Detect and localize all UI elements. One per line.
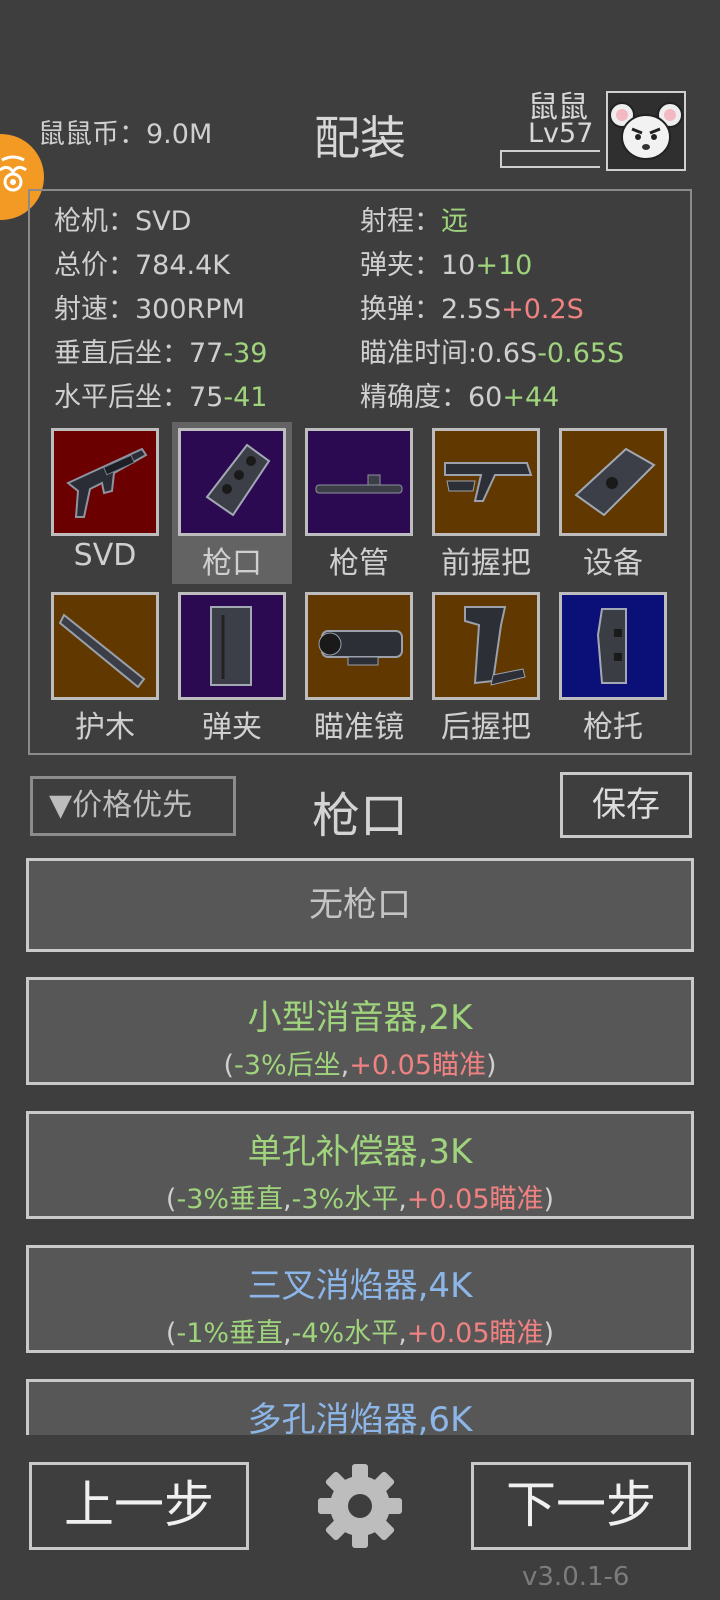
slot-label-scope: 瞄准镜 (314, 710, 404, 745)
barrel-icon (315, 474, 403, 494)
stat-vertical-recoil: 垂直后坐：77-39 (54, 338, 268, 369)
scope-icon (318, 630, 403, 666)
option-no-muzzle[interactable]: 无枪口 (26, 858, 694, 952)
attachment-list[interactable]: 无枪口 小型消音器,2K (-3%后坐,+0.05瞄准) 单孔补偿器,3K (-… (0, 855, 720, 1435)
stat-price: 总价：784.4K (54, 250, 231, 281)
slot-stock[interactable] (559, 592, 667, 700)
option-name: 三叉消焰器,4K (247, 1266, 473, 1306)
level-progress-bar (500, 150, 600, 168)
prev-step-button[interactable]: 上一步 (29, 1462, 249, 1550)
version-label: v3.0.1-6 (522, 1562, 630, 1592)
mouse-avatar-icon (609, 102, 683, 160)
slot-handguard[interactable] (51, 592, 159, 700)
muzzle-icon (205, 443, 271, 517)
settings-button[interactable] (316, 1462, 404, 1550)
rifle-icon (66, 447, 148, 518)
stat-horizontal-recoil: 水平后坐：75-41 (54, 382, 268, 413)
slot-scope[interactable] (305, 592, 413, 700)
profile-level: Lv57 (528, 118, 594, 149)
stat-reload: 换弹：2.5S+0.2S (360, 294, 584, 325)
device-icon (574, 447, 656, 517)
option-name: 无枪口 (309, 885, 411, 925)
option-desc: (-3%垂直,-3%水平,+0.05瞄准) (165, 1184, 555, 1215)
option-desc: (-3%后坐,+0.05瞄准) (223, 1050, 497, 1081)
slot-barrel[interactable] (305, 428, 413, 536)
slot-svd[interactable] (51, 428, 159, 536)
option-name: 小型消音器,2K (247, 998, 473, 1038)
stat-accuracy: 精确度：60+44 (360, 382, 560, 413)
slot-label-magazine: 弹夹 (202, 710, 262, 745)
avatar[interactable] (606, 91, 686, 171)
stock-icon (596, 608, 627, 684)
option-desc: (-1%垂直,-4%水平,+0.05瞄准) (165, 1318, 555, 1349)
slot-label-foregrip: 前握把 (441, 546, 531, 581)
option-name: 多孔消焰器,6K (247, 1400, 473, 1435)
slot-label-pistol-grip: 后握把 (441, 710, 531, 745)
save-button[interactable]: 保存 (560, 772, 692, 838)
option-small-suppressor[interactable]: 小型消音器,2K (-3%后坐,+0.05瞄准) (26, 977, 694, 1085)
stat-aim-time: 瞄准时间:0.6S-0.65S (360, 338, 625, 369)
handguard-icon (58, 613, 146, 689)
pistol-grip-icon (464, 606, 526, 686)
slot-label-stock: 枪托 (583, 710, 643, 745)
slot-label-device: 设备 (583, 546, 643, 581)
option-single-port-compensator[interactable]: 单孔补偿器,3K (-3%垂直,-3%水平,+0.05瞄准) (26, 1111, 694, 1219)
option-trident-flash-hider[interactable]: 三叉消焰器,4K (-1%垂直,-4%水平,+0.05瞄准) (26, 1245, 694, 1353)
magazine-icon (210, 606, 252, 686)
slot-label-svd: SVD (73, 538, 137, 573)
slot-pistol-grip[interactable] (432, 592, 540, 700)
slot-magazine[interactable] (178, 592, 286, 700)
slot-label-muzzle: 枪口 (202, 546, 262, 581)
slot-label-barrel: 枪管 (329, 546, 389, 581)
slot-label-handguard: 护木 (75, 710, 135, 745)
stat-magazine: 弹夹：10+10 (360, 250, 533, 281)
stat-fire-rate: 射速：300RPM (54, 294, 245, 325)
stat-range: 射程：远 (360, 206, 468, 237)
stat-gun: 枪机：SVD (54, 206, 192, 237)
option-name: 单孔补偿器,3K (247, 1132, 473, 1172)
swirl-icon (0, 155, 27, 192)
slot-foregrip[interactable] (432, 428, 540, 536)
next-step-button[interactable]: 下一步 (471, 1462, 691, 1550)
slot-muzzle[interactable] (178, 428, 286, 536)
gear-icon (318, 1464, 402, 1548)
option-multi-port-flash-hider[interactable]: 多孔消焰器,6K (26, 1379, 694, 1435)
slot-device[interactable] (559, 428, 667, 536)
foregrip-icon (444, 462, 533, 502)
